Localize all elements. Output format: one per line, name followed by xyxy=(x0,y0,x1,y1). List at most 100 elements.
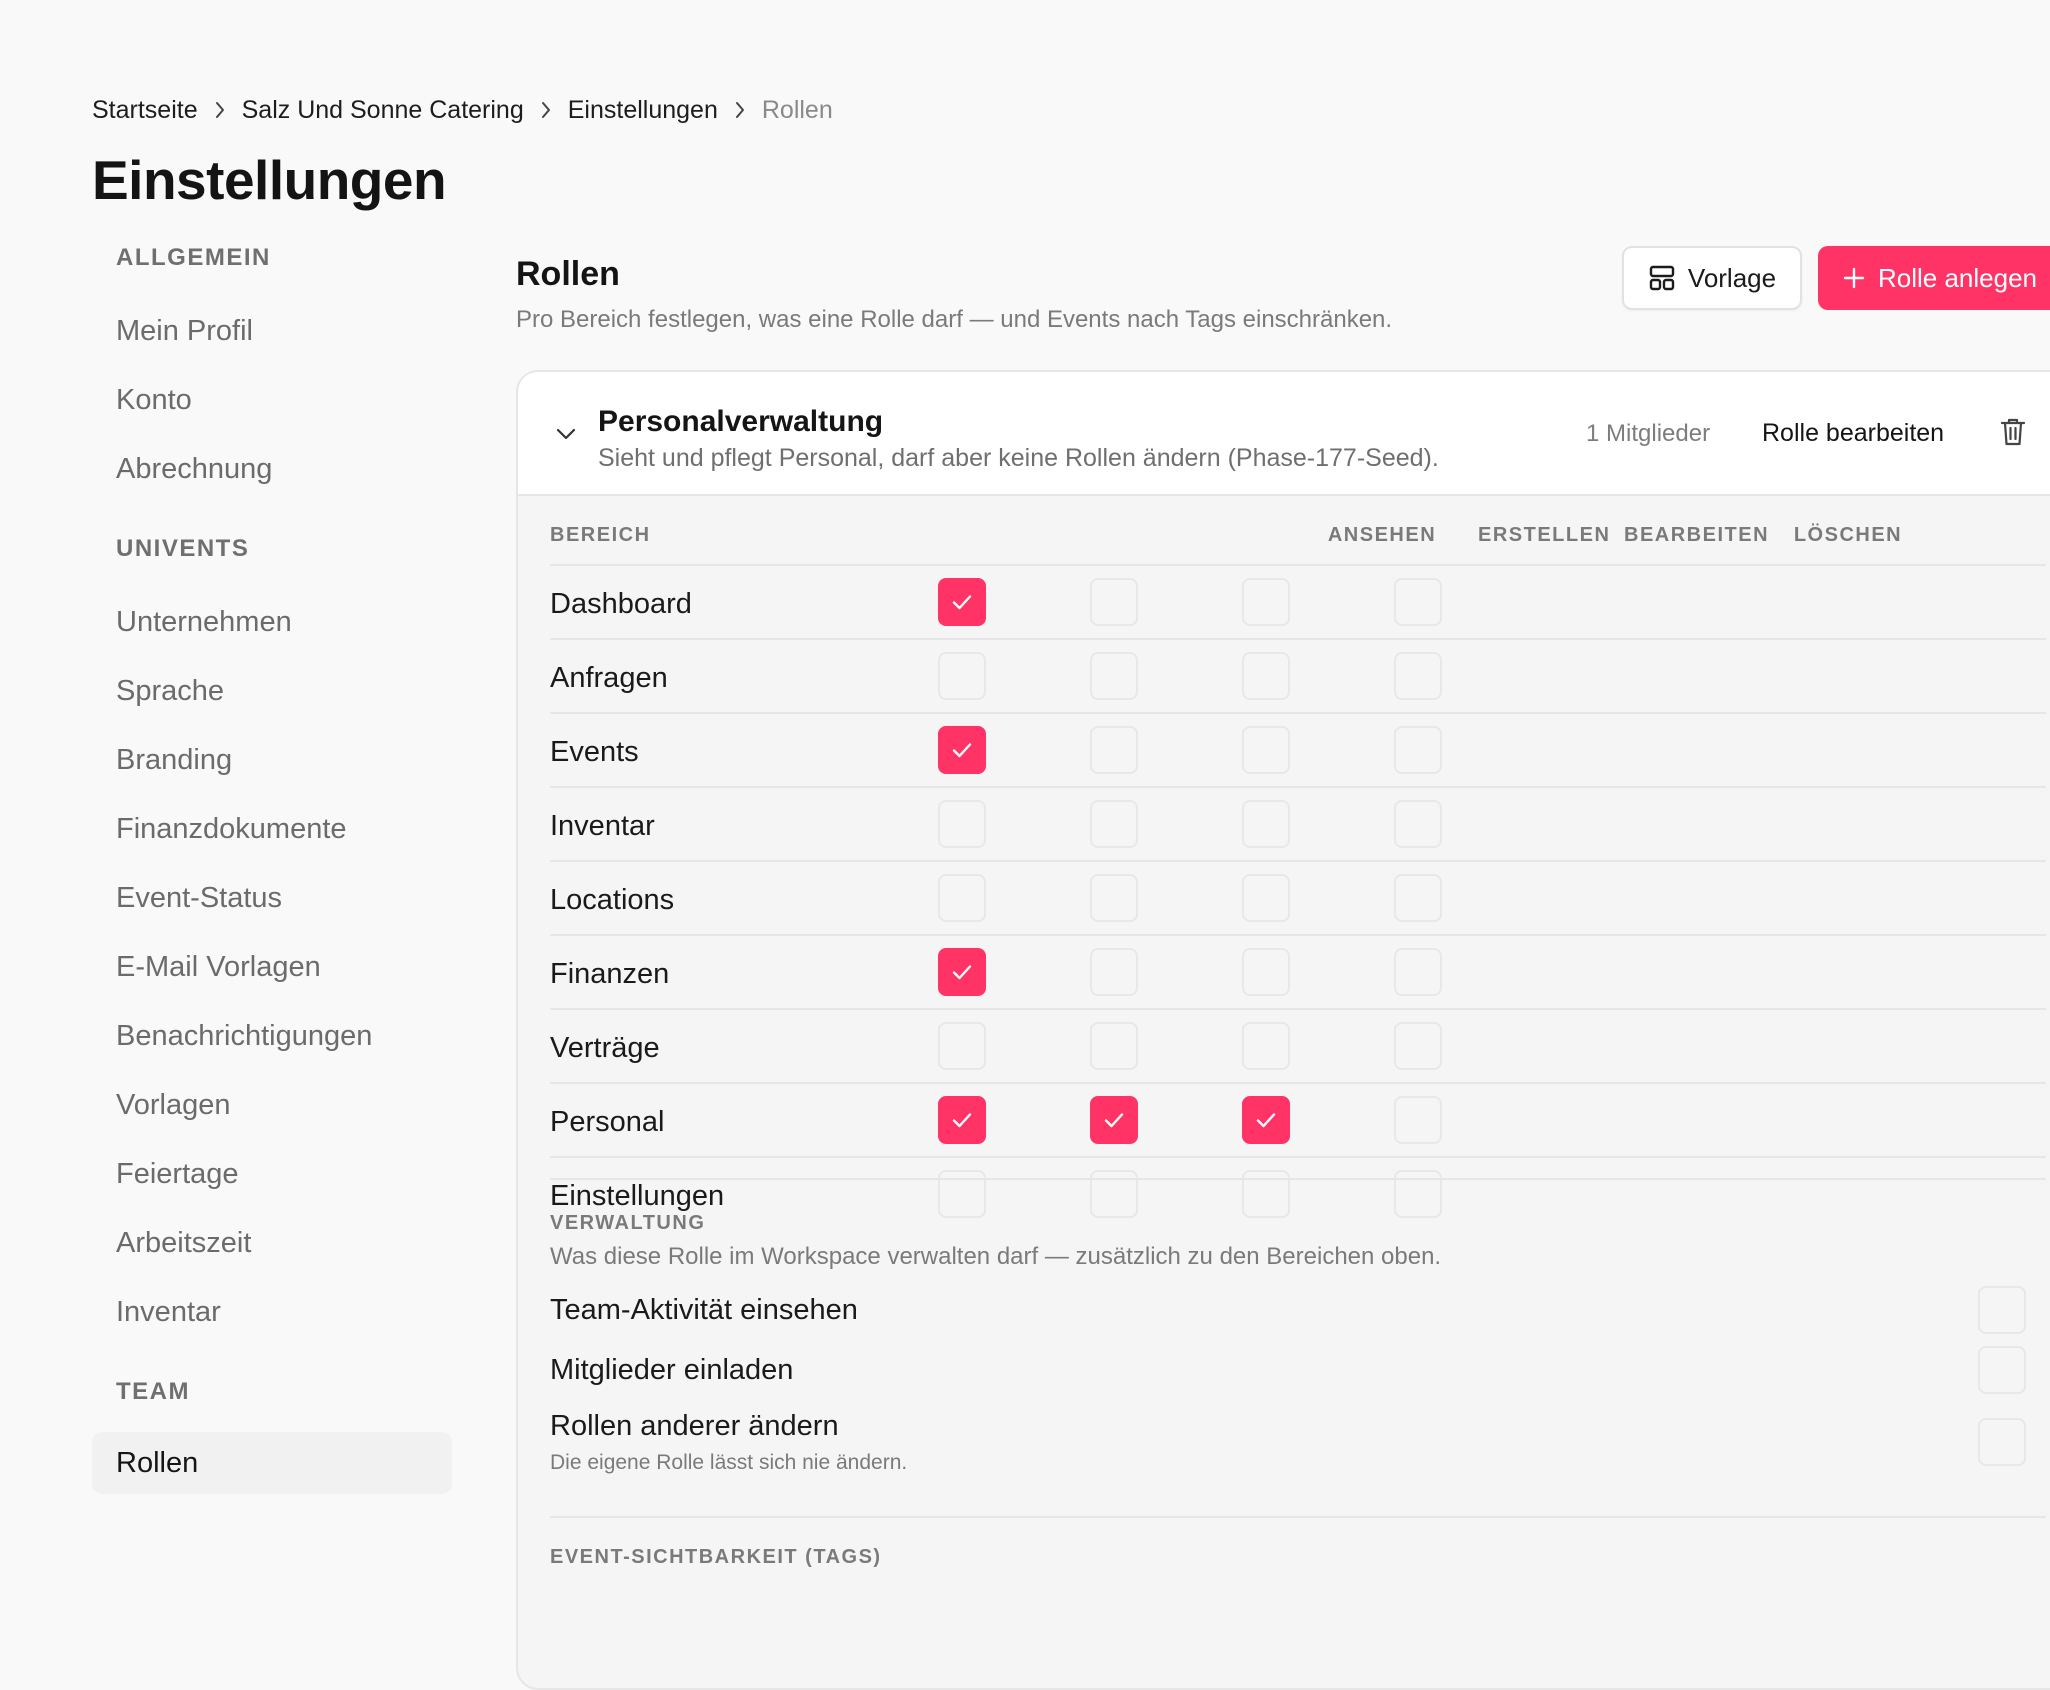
permission-row: Personal xyxy=(550,1082,2046,1158)
admin-item-change-roles-checkbox[interactable] xyxy=(1978,1418,2026,1466)
admin-item-team-activity-label: Team-Aktivität einsehen xyxy=(550,1294,858,1326)
role-name: Personalverwaltung xyxy=(598,405,884,438)
checkbox-ansehen[interactable] xyxy=(938,1022,986,1070)
chevron-down-icon[interactable] xyxy=(554,422,578,451)
checkbox-loeschen[interactable] xyxy=(1394,1022,1442,1070)
permission-row: Einstellungen xyxy=(550,1156,2046,1232)
checkbox-ansehen[interactable] xyxy=(938,652,986,700)
checkbox-erstellen[interactable] xyxy=(1090,578,1138,626)
check-icon xyxy=(952,1113,972,1128)
check-icon xyxy=(1104,1113,1124,1128)
permission-row-label: Personal xyxy=(550,1106,665,1138)
sidebar-item-vorlagen[interactable]: Vorlagen xyxy=(92,1074,452,1136)
sidebar-heading-univents: UNIVENTS xyxy=(116,535,250,562)
column-header-bereich: BEREICH xyxy=(550,524,651,546)
checkbox-bearbeiten[interactable] xyxy=(1242,578,1290,626)
checkbox-erstellen[interactable] xyxy=(1090,1096,1138,1144)
sidebar-item-finanzdokumente[interactable]: Finanzdokumente xyxy=(92,798,452,860)
checkbox-erstellen[interactable] xyxy=(1090,1022,1138,1070)
sidebar-item-feiertage[interactable]: Feiertage xyxy=(92,1143,452,1205)
chevron-right-icon xyxy=(524,100,568,120)
permission-row: Events xyxy=(550,712,2046,788)
permission-row: Anfragen xyxy=(550,638,2046,714)
column-header-erstellen: ERSTELLEN xyxy=(1478,524,1611,546)
template-button[interactable]: Vorlage xyxy=(1622,246,1802,310)
column-header-bearbeiten: BEARBEITEN xyxy=(1624,524,1770,546)
checkbox-bearbeiten[interactable] xyxy=(1242,1022,1290,1070)
checkbox-loeschen[interactable] xyxy=(1394,1096,1442,1144)
permission-row: Finanzen xyxy=(550,934,2046,1010)
checkbox-ansehen[interactable] xyxy=(938,948,986,996)
create-role-button-label: Rolle anlegen xyxy=(1878,262,2038,293)
sidebar-item-mein-profil[interactable]: Mein Profil xyxy=(92,300,452,362)
checkbox-erstellen[interactable] xyxy=(1090,874,1138,922)
checkbox-ansehen[interactable] xyxy=(938,1096,986,1144)
checkbox-erstellen[interactable] xyxy=(1090,652,1138,700)
sidebar-item-abrechnung[interactable]: Abrechnung xyxy=(92,438,452,500)
checkbox-ansehen[interactable] xyxy=(938,726,986,774)
checkbox-bearbeiten[interactable] xyxy=(1242,874,1290,922)
permission-row: Verträge xyxy=(550,1008,2046,1084)
checkbox-loeschen[interactable] xyxy=(1394,726,1442,774)
divider xyxy=(550,1516,2046,1518)
checkbox-loeschen[interactable] xyxy=(1394,800,1442,848)
template-button-label: Vorlage xyxy=(1687,262,1777,293)
breadcrumb-item-company[interactable]: Salz Und Sonne Catering xyxy=(242,96,524,125)
admin-item-invite-members-label: Mitglieder einladen xyxy=(550,1354,794,1386)
sidebar-item-konto[interactable]: Konto xyxy=(92,369,452,431)
checkbox-loeschen[interactable] xyxy=(1394,874,1442,922)
admin-item-invite-members-checkbox[interactable] xyxy=(1978,1346,2026,1394)
event-visibility-heading: EVENT-SICHTBARKEIT (TAGS) xyxy=(550,1546,882,1568)
sidebar-item-sprache[interactable]: Sprache xyxy=(92,660,452,722)
permission-row-label: Finanzen xyxy=(550,958,670,990)
chevron-right-icon xyxy=(198,100,242,120)
sidebar-item-inventar[interactable]: Inventar xyxy=(92,1281,452,1343)
breadcrumb-item-startseite[interactable]: Startseite xyxy=(92,96,198,125)
permission-row-label: Verträge xyxy=(550,1032,660,1064)
checkbox-loeschen[interactable] xyxy=(1394,578,1442,626)
role-card: Personalverwaltung Sieht und pflegt Pers… xyxy=(516,370,2050,1690)
checkbox-erstellen[interactable] xyxy=(1090,726,1138,774)
sidebar-item-benachrichtigungen[interactable]: Benachrichtigungen xyxy=(92,1005,452,1067)
checkbox-ansehen[interactable] xyxy=(938,800,986,848)
sidebar-item-arbeitszeit[interactable]: Arbeitszeit xyxy=(92,1212,452,1274)
permission-row: Inventar xyxy=(550,786,2046,862)
breadcrumb-item-einstellungen[interactable]: Einstellungen xyxy=(568,96,718,125)
breadcrumb: Startseite Salz Und Sonne Catering Einst… xyxy=(92,92,833,128)
checkbox-loeschen[interactable] xyxy=(1394,948,1442,996)
admin-item-change-roles-note: Die eigene Rolle lässt sich nie ändern. xyxy=(550,1451,908,1474)
create-role-button[interactable]: Rolle anlegen xyxy=(1818,246,2050,310)
permission-row: Locations xyxy=(550,860,2046,936)
permission-row-label: Anfragen xyxy=(550,662,668,694)
checkbox-ansehen[interactable] xyxy=(938,874,986,922)
sidebar-item-rollen[interactable]: Rollen xyxy=(92,1432,452,1494)
sidebar-heading-team: TEAM xyxy=(116,1378,190,1405)
check-icon xyxy=(952,965,972,980)
checkbox-ansehen[interactable] xyxy=(938,578,986,626)
edit-role-button[interactable]: Rolle bearbeiten xyxy=(1762,414,1944,452)
trash-icon[interactable] xyxy=(1998,416,2028,453)
checkbox-bearbeiten[interactable] xyxy=(1242,948,1290,996)
admin-item-team-activity-checkbox[interactable] xyxy=(1978,1286,2026,1334)
role-members-count: 1 Mitglieder xyxy=(1586,420,1711,447)
permission-row-label: Dashboard xyxy=(550,588,692,620)
checkbox-erstellen[interactable] xyxy=(1090,800,1138,848)
checkbox-loeschen[interactable] xyxy=(1394,652,1442,700)
checkbox-bearbeiten[interactable] xyxy=(1242,800,1290,848)
column-header-ansehen: ANSEHEN xyxy=(1327,524,1437,546)
checkbox-erstellen[interactable] xyxy=(1090,948,1138,996)
role-description: Sieht und pflegt Personal, darf aber kei… xyxy=(598,444,1439,472)
sidebar-item-unternehmen[interactable]: Unternehmen xyxy=(92,591,452,653)
checkbox-bearbeiten[interactable] xyxy=(1242,652,1290,700)
check-icon xyxy=(952,595,972,610)
role-card-header: Personalverwaltung Sieht und pflegt Pers… xyxy=(518,372,2050,496)
sidebar-item-email-vorlagen[interactable]: E-Mail Vorlagen xyxy=(92,936,452,998)
check-icon xyxy=(1256,1113,1276,1128)
layout-template-icon xyxy=(1648,264,1676,292)
checkbox-bearbeiten[interactable] xyxy=(1242,1096,1290,1144)
permission-row: Dashboard xyxy=(550,564,2046,640)
checkbox-bearbeiten[interactable] xyxy=(1242,726,1290,774)
sidebar-item-branding[interactable]: Branding xyxy=(92,729,452,791)
sidebar-item-event-status[interactable]: Event-Status xyxy=(92,867,452,929)
breadcrumb-item-current: Rollen xyxy=(761,95,833,124)
